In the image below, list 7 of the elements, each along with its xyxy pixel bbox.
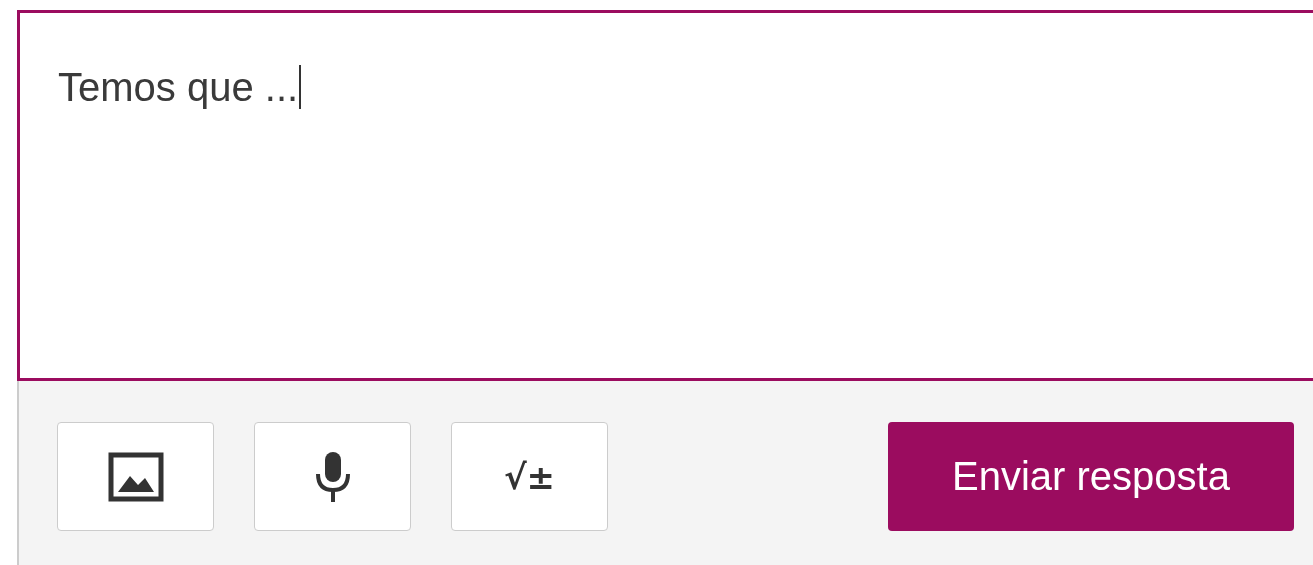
answer-field[interactable]: Temos que ...	[17, 10, 1313, 381]
formula-button[interactable]: √±	[451, 422, 608, 531]
text-cursor	[299, 65, 302, 109]
image-icon	[107, 451, 164, 502]
submit-button[interactable]: Enviar resposta	[888, 422, 1294, 531]
record-audio-button[interactable]	[254, 422, 411, 531]
insert-image-button[interactable]	[57, 422, 214, 531]
